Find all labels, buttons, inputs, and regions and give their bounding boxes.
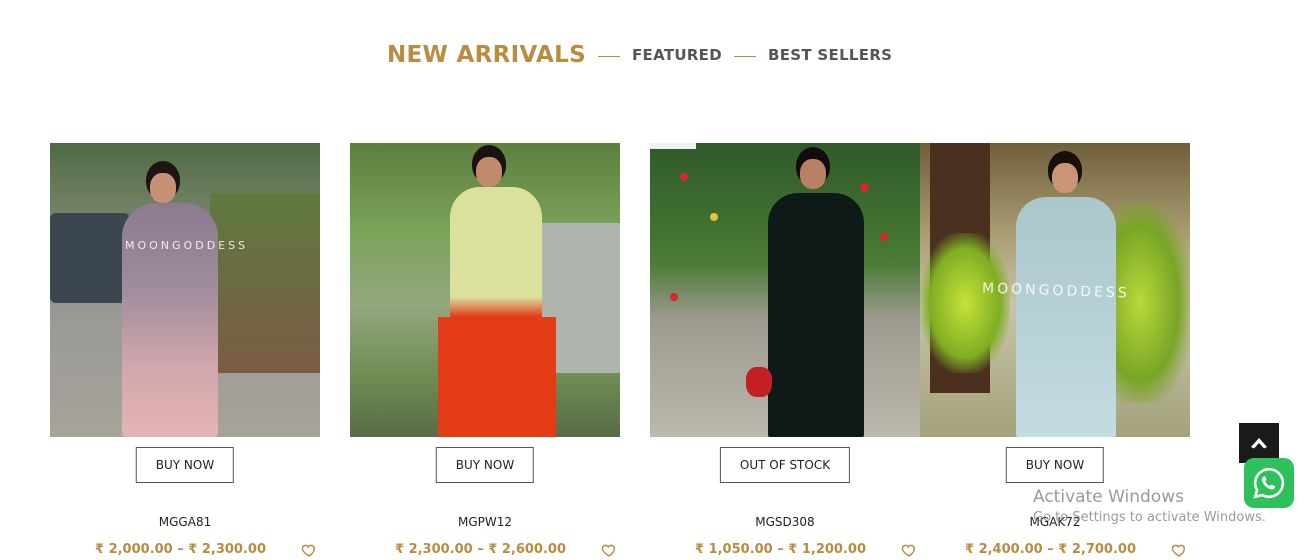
heart-icon[interactable] xyxy=(601,542,617,558)
product-image[interactable]: MOONGODDESS xyxy=(920,143,1190,437)
whatsapp-icon xyxy=(1253,467,1285,499)
product-price: ₹ 2,000.00 – ₹ 2,300.00 xyxy=(95,542,266,557)
whatsapp-chat-button[interactable] xyxy=(1244,458,1294,508)
product-image[interactable] xyxy=(650,143,920,437)
product-card: OUT OF STOCK MGSD308 ₹ 1,050.00 – ₹ 1,20… xyxy=(650,143,920,557)
product-price: ₹ 2,300.00 – ₹ 2,600.00 xyxy=(395,542,566,557)
product-card: MOONGODDESS BUY NOW MGAK72 ₹ 2,400.00 – … xyxy=(920,143,1190,557)
product-price: ₹ 2,400.00 – ₹ 2,700.00 xyxy=(965,542,1136,557)
heart-icon[interactable] xyxy=(301,542,317,558)
tab-best-sellers[interactable]: BEST SELLERS xyxy=(768,46,892,64)
activation-title: Activate Windows xyxy=(1033,487,1184,507)
heart-icon[interactable] xyxy=(901,542,917,558)
product-card: BUY NOW MGPW12 ₹ 2,300.00 – ₹ 2,600.00 xyxy=(350,143,620,557)
back-to-top-button[interactable] xyxy=(1239,423,1279,463)
buy-now-button[interactable]: BUY NOW xyxy=(135,447,235,483)
buy-now-button[interactable]: BUY NOW xyxy=(1005,447,1105,483)
product-name[interactable]: MGGA81 xyxy=(50,515,320,529)
tab-new-arrivals[interactable]: NEW ARRIVALS xyxy=(387,42,586,68)
arrow-up-icon xyxy=(1251,438,1267,449)
product-price: ₹ 1,050.00 – ₹ 1,200.00 xyxy=(695,542,866,557)
product-name[interactable]: MGSD308 xyxy=(650,515,920,529)
product-name[interactable]: MGPW12 xyxy=(350,515,620,529)
out-of-stock-button[interactable]: OUT OF STOCK xyxy=(719,447,851,483)
activation-subtitle: Go to Settings to activate Windows. xyxy=(1033,510,1266,525)
windows-activation-notice: Activate Windows Go to Settings to activ… xyxy=(1033,487,1266,525)
product-image[interactable]: MOONGODDESS xyxy=(50,143,320,437)
tab-divider xyxy=(597,55,620,57)
watermark: MOONGODDESS xyxy=(125,239,249,252)
product-tabs: NEW ARRIVALS FEATURED BEST SELLERS xyxy=(387,38,892,72)
tab-divider xyxy=(733,55,756,57)
tab-featured[interactable]: FEATURED xyxy=(632,46,722,64)
product-image[interactable] xyxy=(350,143,620,437)
product-card: MOONGODDESS BUY NOW MGGA81 ₹ 2,000.00 – … xyxy=(50,143,320,557)
heart-icon[interactable] xyxy=(1171,542,1187,558)
buy-now-button[interactable]: BUY NOW xyxy=(435,447,535,483)
